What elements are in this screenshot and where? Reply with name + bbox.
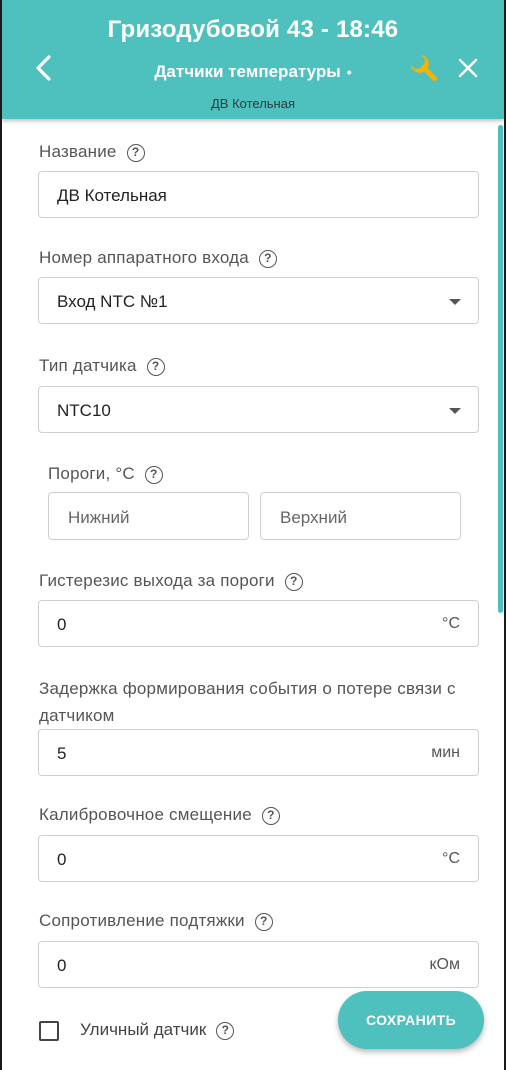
help-icon[interactable]: ?: [126, 144, 145, 162]
help-icon[interactable]: ?: [261, 807, 280, 825]
sensor-type-label-text: Тип датчика: [39, 356, 137, 375]
calibration-label: Калибровочное смещение?: [39, 805, 280, 825]
sensor-type-label: Тип датчика?: [39, 356, 165, 376]
dropdown-caret-icon: [449, 408, 461, 414]
help-icon[interactable]: ?: [284, 573, 303, 591]
hysteresis-label: Гистерезис выхода за пороги?: [39, 571, 303, 591]
delay-label: Задержка формирования события о потере с…: [39, 679, 456, 725]
name-input[interactable]: ДВ Котельная: [38, 171, 479, 218]
app-frame: Гризодубовой 43 - 18:46 Датчики температ…: [0, 0, 506, 1070]
dropdown-caret-icon: [449, 299, 461, 305]
delay-input[interactable]: 5 мин: [38, 729, 479, 776]
delay-value: 5: [57, 744, 67, 763]
outdoor-sensor-label-text: Уличный датчик: [80, 1020, 207, 1039]
pullup-label: Сопротивление подтяжки?: [39, 911, 273, 931]
calibration-unit: °C: [442, 850, 460, 867]
calibration-value: 0: [57, 850, 67, 869]
header-subtitle-text: Датчики температуры: [154, 62, 341, 81]
pullup-value: 0: [57, 956, 67, 975]
app-header: Гризодубовой 43 - 18:46 Датчики температ…: [2, 0, 504, 119]
name-label: Название?: [39, 142, 145, 162]
name-label-text: Название: [39, 142, 117, 161]
pullup-unit: кОм: [429, 956, 460, 973]
thresholds-label: Пороги, °C?: [48, 464, 163, 484]
scrollbar-thumb[interactable]: [498, 125, 503, 613]
thresholds-label-text: Пороги, °C: [48, 464, 135, 483]
pullup-input[interactable]: 0 кОм: [38, 941, 479, 988]
hysteresis-value: 0: [57, 615, 67, 634]
close-icon[interactable]: [457, 57, 479, 79]
hysteresis-unit: °C: [442, 615, 460, 632]
hysteresis-input[interactable]: 0 °C: [38, 600, 479, 647]
threshold-lower-placeholder: Нижний: [68, 508, 130, 527]
delay-unit: мин: [431, 744, 460, 761]
hysteresis-label-text: Гистерезис выхода за пороги: [39, 571, 275, 590]
hw-input-select[interactable]: Вход NTC №1: [38, 277, 479, 324]
hw-input-label-text: Номер аппаратного входа: [39, 248, 249, 267]
threshold-upper-placeholder: Верхний: [280, 508, 347, 527]
header-title: Гризодубовой 43 - 18:46: [107, 16, 399, 43]
header-device-name: ДВ Котельная: [210, 96, 296, 111]
help-icon[interactable]: ?: [258, 250, 277, 268]
help-icon[interactable]: ?: [144, 466, 163, 484]
sensor-type-value: NTC10: [57, 401, 111, 420]
help-icon[interactable]: ?: [254, 913, 273, 931]
outdoor-sensor-checkbox[interactable]: [39, 1021, 59, 1041]
outdoor-sensor-label: Уличный датчик?: [80, 1020, 235, 1040]
pullup-label-text: Сопротивление подтяжки: [39, 911, 245, 930]
help-icon[interactable]: ?: [146, 358, 165, 376]
header-subtitle-dot: •: [346, 64, 352, 80]
calibration-input[interactable]: 0 °C: [38, 835, 479, 882]
hw-input-label: Номер аппаратного входа?: [39, 248, 277, 268]
wrench-icon[interactable]: [408, 52, 442, 86]
threshold-lower-input[interactable]: Нижний: [48, 492, 249, 540]
threshold-upper-input[interactable]: Верхний: [260, 492, 461, 540]
sensor-type-select[interactable]: NTC10: [38, 386, 479, 433]
help-icon[interactable]: ?: [216, 1022, 235, 1040]
name-input-value: ДВ Котельная: [57, 186, 167, 205]
calibration-label-text: Калибровочное смещение: [39, 805, 252, 824]
hw-input-value: Вход NTC №1: [57, 292, 168, 311]
save-button[interactable]: СОХРАНИТЬ: [338, 991, 484, 1049]
